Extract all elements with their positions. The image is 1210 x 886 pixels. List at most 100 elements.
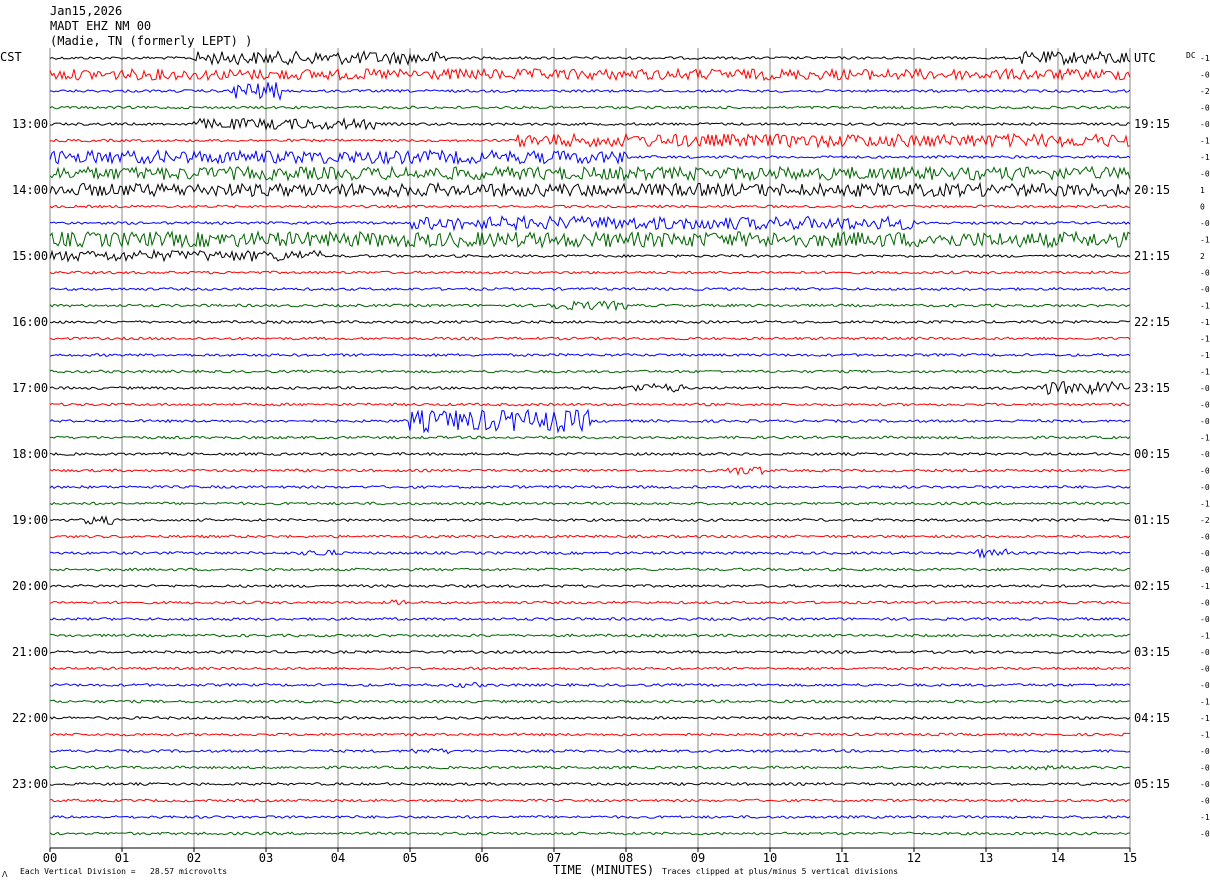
dc-offset-label: -1 (1200, 54, 1210, 63)
trace-line (49, 715, 1131, 721)
dc-offset-label: -0 (1200, 665, 1210, 674)
helicorder-plot: 00 01 02 03 04 05 06 07 08 09 10 11 12 13 14 15 13:0014… (0, 48, 1210, 865)
trace-line (49, 798, 1131, 803)
x-tick-label: 10 (763, 851, 777, 865)
dc-offset-label: -0 (1200, 120, 1210, 129)
trace-line (49, 485, 1131, 489)
dc-offset-label: -0 (1200, 780, 1210, 789)
right-hour-label: UTC (1134, 51, 1156, 65)
dc-offset-label: -1 (1200, 153, 1210, 162)
trace-line (49, 764, 1131, 771)
trace-line (49, 466, 1131, 477)
x-tick-label: 02 (187, 851, 201, 865)
trace-line (49, 408, 1131, 434)
left-hour-label: 19:00 (12, 513, 48, 527)
x-tick-label: 03 (259, 851, 273, 865)
right-hour-label: 00:15 (1134, 447, 1170, 461)
trace-line (49, 831, 1131, 836)
x-tick-label: 15 (1123, 851, 1137, 865)
dc-offset-label: 1 (1200, 186, 1205, 195)
trace-line (49, 515, 1131, 525)
left-hour-label: 21:00 (12, 645, 48, 659)
left-hour-label: 18:00 (12, 447, 48, 461)
x-tick-label: 06 (475, 851, 489, 865)
trace-line (49, 67, 1131, 82)
dc-offset-label: -1 (1200, 632, 1210, 641)
x-tick-label: 09 (691, 851, 705, 865)
seismic-traces (49, 49, 1131, 836)
trace-line (49, 148, 1131, 166)
dc-offset-label: -0 (1200, 648, 1210, 657)
trace-line (49, 681, 1131, 688)
trace-line (49, 501, 1130, 506)
dc-offset-label: -0 (1200, 450, 1210, 459)
right-hour-label: 01:15 (1134, 513, 1170, 527)
trace-line (49, 435, 1131, 440)
trace-line (49, 699, 1130, 704)
trace-line (49, 815, 1131, 820)
dc-offset-label: -1 (1200, 500, 1210, 509)
left-hour-label: 16:00 (12, 315, 48, 329)
x-tick-label: 13 (979, 851, 993, 865)
trace-line (49, 584, 1131, 589)
dc-offset-label: -0 (1200, 285, 1210, 294)
dc-offset-label: -1 (1200, 368, 1210, 377)
left-hour-label: 20:00 (12, 579, 48, 593)
trace-line (49, 732, 1130, 737)
left-hour-label: 15:00 (12, 249, 48, 263)
dc-offset-label: -0 (1200, 219, 1210, 228)
dc-offset-label: -0 (1200, 533, 1210, 542)
trace-line (49, 270, 1131, 275)
trace-line (49, 336, 1131, 341)
trace-line (49, 132, 1131, 149)
right-hour-label: 20:15 (1134, 183, 1170, 197)
trace-line (49, 181, 1131, 199)
dc-offset-label: -2 (1200, 87, 1210, 96)
right-hour-label: 23:15 (1134, 381, 1170, 395)
dc-offset-label: -0 (1200, 467, 1210, 476)
left-hour-label: 22:00 (12, 711, 48, 725)
dc-offset-label: -0 (1200, 549, 1210, 558)
dc-offset-label: 0 (1200, 203, 1205, 212)
dc-offset-label: -0 (1200, 71, 1210, 80)
dc-offset-label: -1 (1200, 318, 1210, 327)
trace-line (49, 451, 1131, 457)
dc-offset-label: -1 (1200, 335, 1210, 344)
header-date: Jan15,2026 (50, 4, 123, 18)
x-tick-label: 11 (835, 851, 849, 865)
dc-offset-label: -1 (1200, 351, 1210, 360)
trace-line (49, 82, 1131, 102)
dc-offset-label: -0 (1200, 384, 1210, 393)
trace-line (49, 402, 1131, 407)
dc-offset-label: -0 (1200, 417, 1210, 426)
x-tick-label: 14 (1051, 851, 1065, 865)
corner-mark: ⴷ (2, 870, 8, 879)
trace-line (49, 616, 1131, 622)
x-tick-label: 05 (403, 851, 417, 865)
left-timezone-label: CST (0, 50, 22, 64)
trace-line (49, 534, 1131, 539)
dc-offset-label: -0 (1200, 269, 1210, 278)
dc-offset-label: -0 (1200, 104, 1210, 113)
trace-line (49, 105, 1131, 110)
right-hour-label: 22:15 (1134, 315, 1170, 329)
trace-line (49, 666, 1131, 671)
trace-line (49, 204, 1130, 209)
right-hour-label: 19:15 (1134, 117, 1170, 131)
dc-offset-label: -1 (1200, 137, 1210, 146)
trace-line (49, 649, 1131, 655)
trace-line (49, 300, 1131, 312)
trace-line (49, 214, 1131, 232)
right-hour-label: 03:15 (1134, 645, 1170, 659)
trace-line (49, 286, 1131, 292)
dc-offset-label: -1 (1200, 698, 1210, 707)
dc-offset-label: -1 (1200, 236, 1210, 245)
trace-line (49, 319, 1131, 324)
x-tick-label: 12 (907, 851, 921, 865)
dc-offset-label: -0 (1200, 747, 1210, 756)
trace-line (49, 547, 1131, 559)
right-hour-labels: UTC 19:15 20:15 21:15 22:15 23:15 00:15 01:15 02… (1134, 51, 1170, 791)
right-hour-label: 04:15 (1134, 711, 1170, 725)
dc-offset-label: -0 (1200, 566, 1210, 575)
dc-offset-label: -2 (1200, 516, 1210, 525)
